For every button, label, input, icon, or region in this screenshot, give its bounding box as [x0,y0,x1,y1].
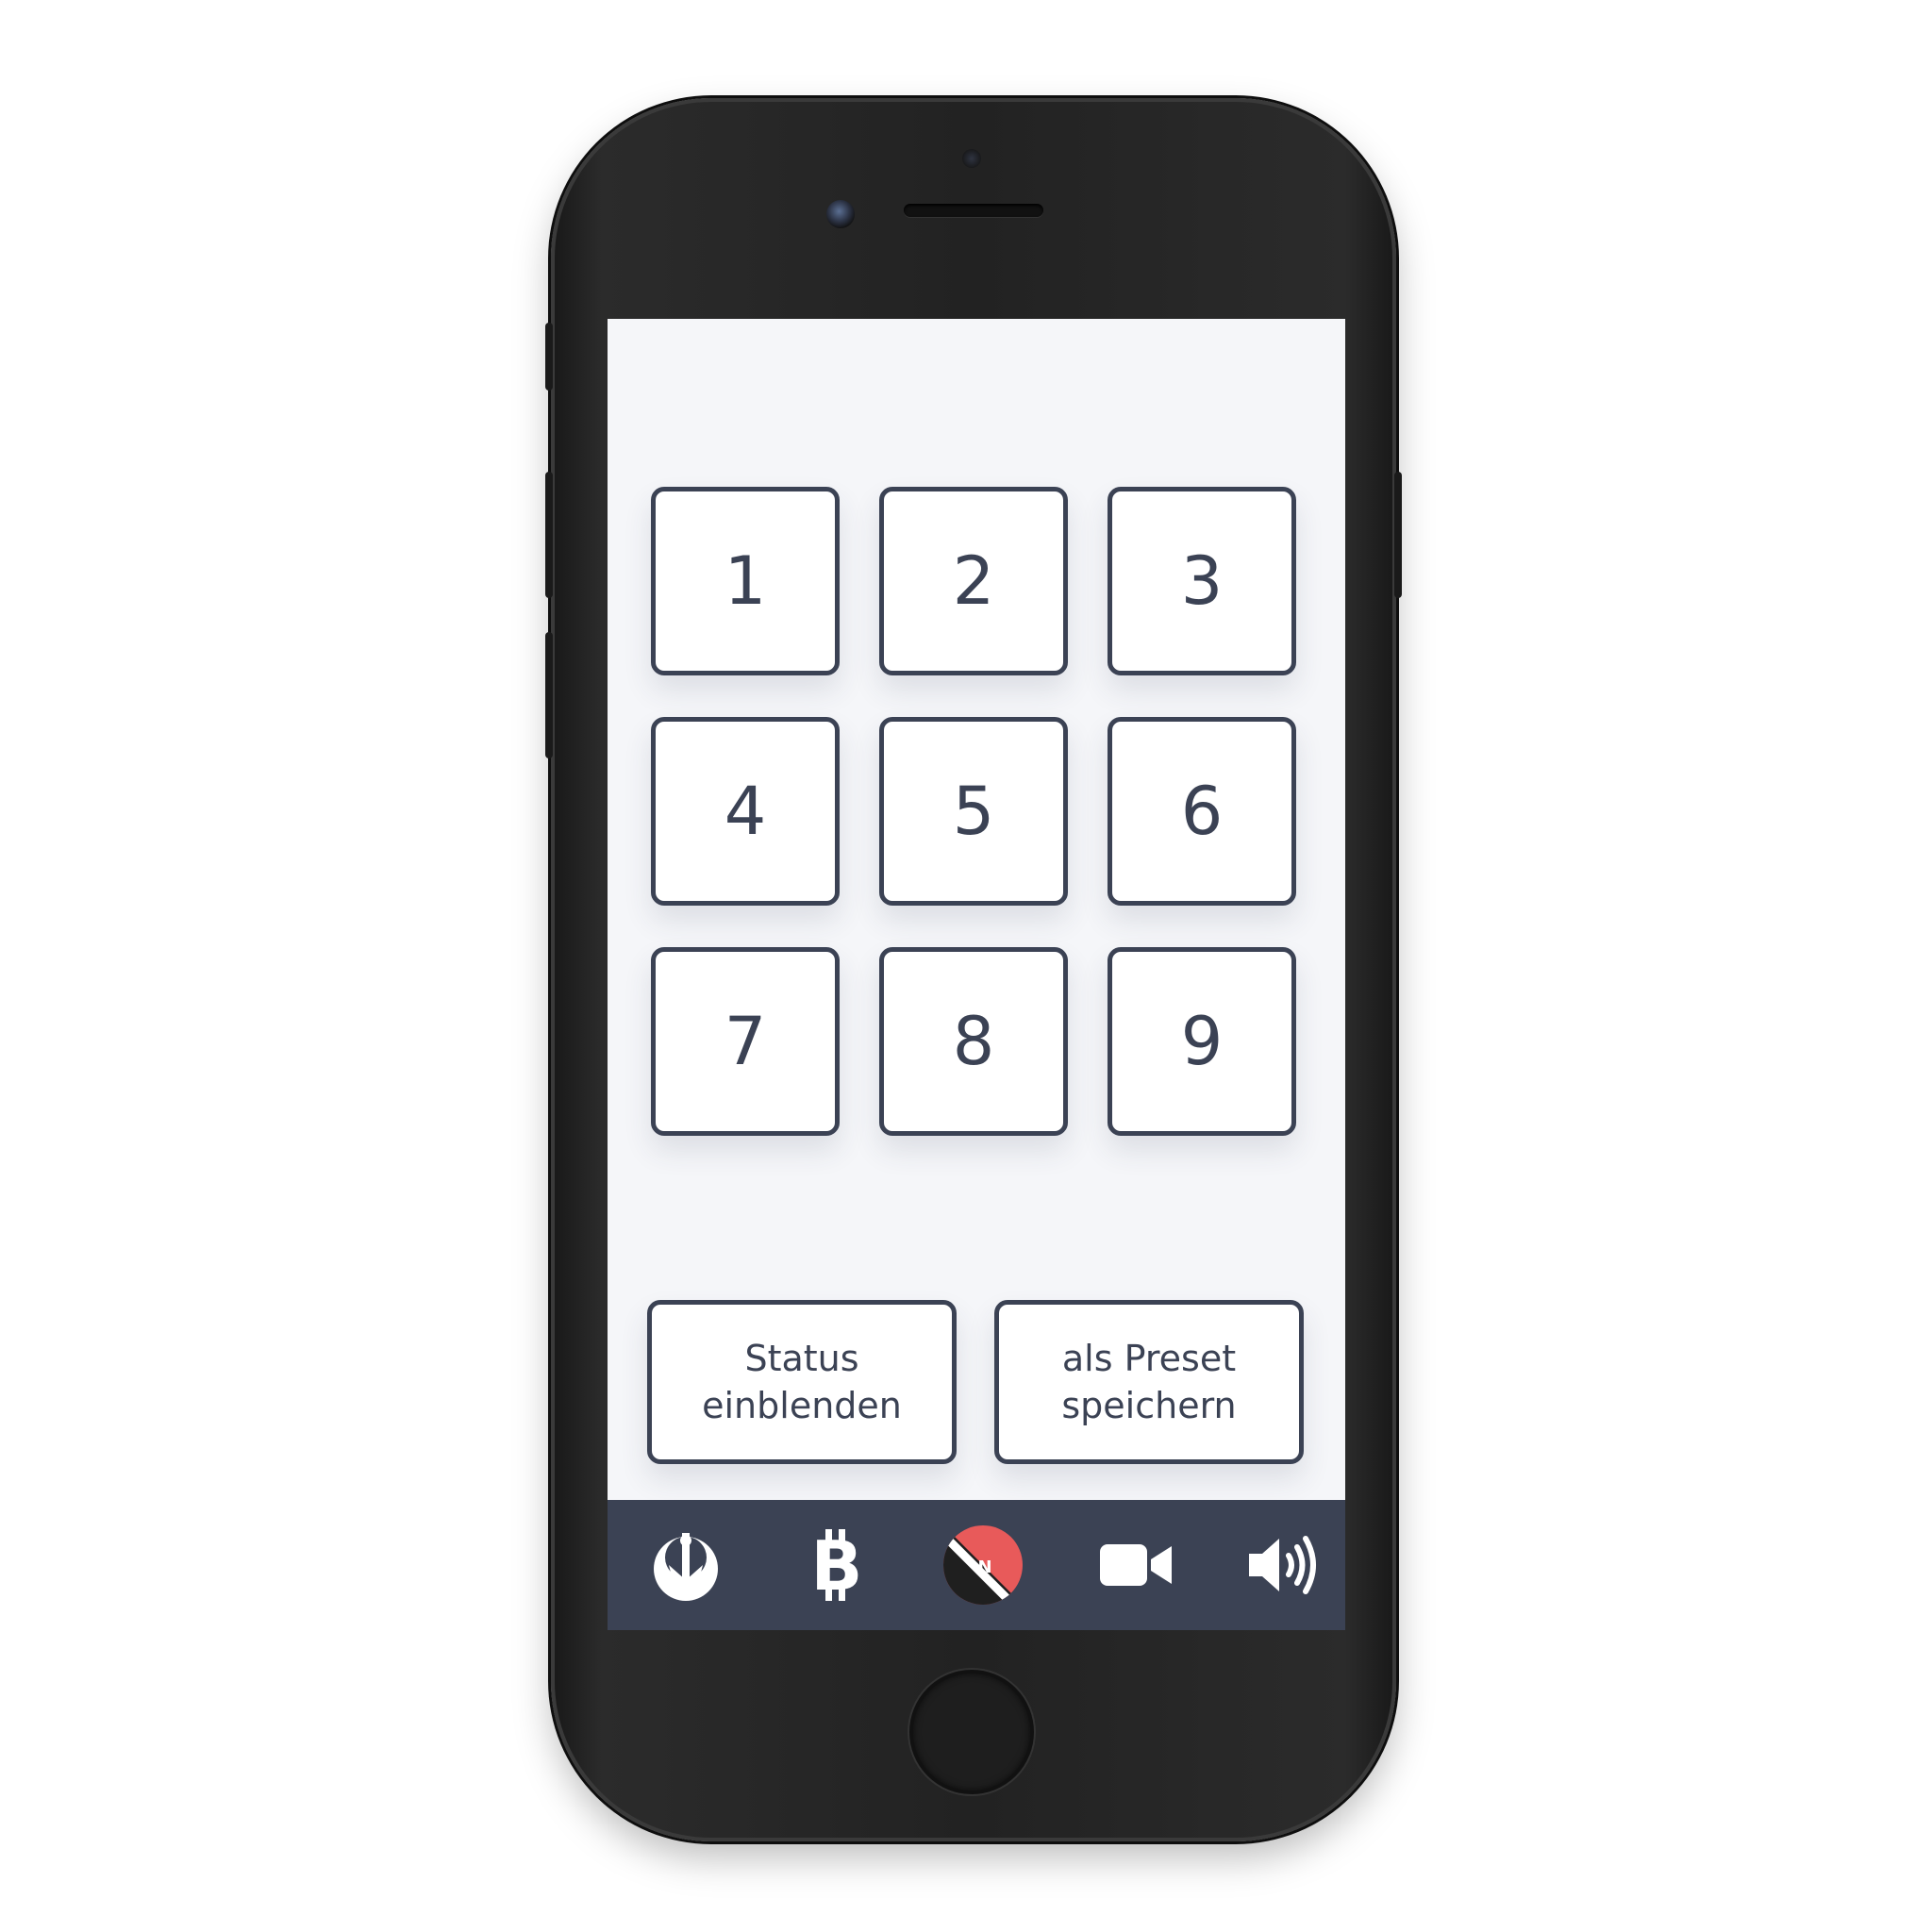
show-status-button[interactable]: Status einblenden [647,1300,957,1464]
volume-high-icon [1249,1536,1316,1594]
key-3[interactable]: 3 [1108,487,1296,675]
bottom-tab-bar: B N [608,1500,1345,1630]
save-preset-label-line1: als Preset [1061,1338,1237,1379]
key-5[interactable]: 5 [879,717,1068,906]
power-button [1394,472,1402,598]
save-preset-button[interactable]: als Preset speichern [994,1300,1304,1464]
app-screen: 1 2 3 4 5 6 7 8 9 Status einblenden als … [608,319,1345,1630]
tab-no-entry[interactable]: N [938,1520,1028,1610]
key-2[interactable]: 2 [879,487,1068,675]
tab-video[interactable] [1091,1520,1181,1610]
silent-switch [545,323,553,391]
proximity-sensor [962,149,981,168]
key-1[interactable]: 1 [651,487,840,675]
bitcoin-icon: B [811,1526,863,1605]
show-status-label-line1: Status [744,1338,859,1379]
tab-rebel[interactable] [641,1520,731,1610]
key-4[interactable]: 4 [651,717,840,906]
volume-up-button [545,472,553,598]
key-8[interactable]: 8 [879,947,1068,1136]
rebel-alliance-icon [654,1533,718,1601]
tab-volume[interactable] [1240,1520,1330,1610]
show-status-label-line2: einblenden [702,1385,902,1426]
earpiece-speaker [904,204,1043,217]
key-6[interactable]: 6 [1108,717,1296,906]
svg-text:B: B [811,1526,863,1605]
key-9[interactable]: 9 [1108,947,1296,1136]
key-7[interactable]: 7 [651,947,840,1136]
home-button[interactable] [909,1670,1034,1794]
front-camera [826,200,855,228]
save-preset-label-line2: speichern [1061,1385,1237,1426]
svg-text:N: N [977,1557,991,1577]
volume-down-button [545,632,553,758]
tab-bitcoin[interactable]: B [791,1520,882,1610]
no-entry-icon: N [943,1525,1023,1605]
video-camera-icon [1100,1544,1172,1586]
